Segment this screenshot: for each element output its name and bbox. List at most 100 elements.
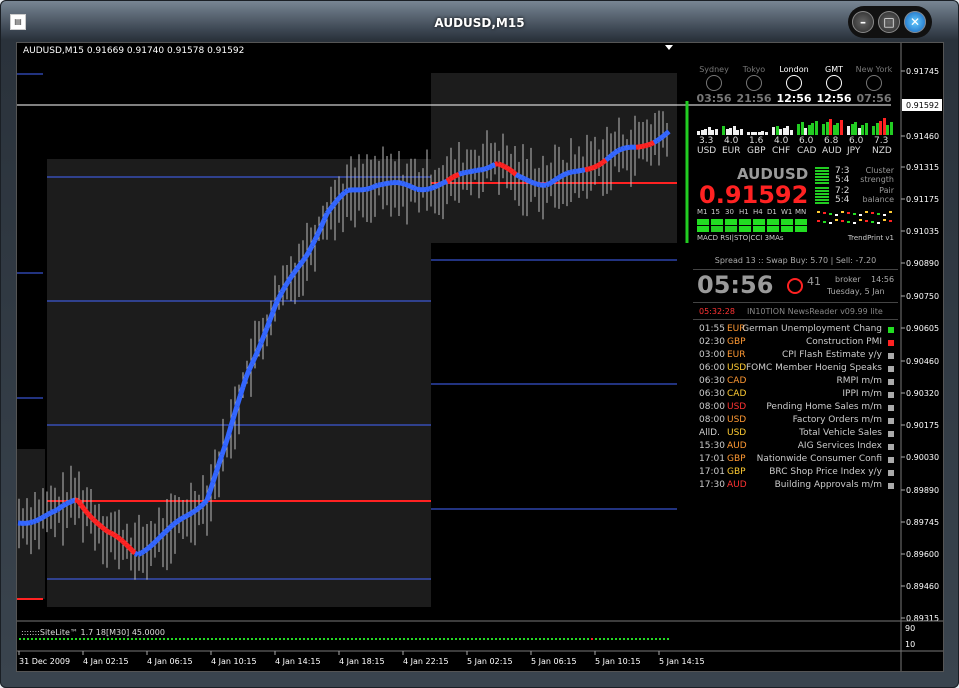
ma-segment bbox=[82, 507, 89, 515]
indicator-dot bbox=[47, 638, 49, 640]
news-event: AIG Services Index bbox=[797, 441, 882, 451]
ma-segment bbox=[461, 170, 466, 176]
ma-segment bbox=[365, 186, 370, 192]
ma-segment bbox=[160, 530, 167, 537]
ma-segment bbox=[581, 167, 586, 173]
indicator-dot bbox=[83, 638, 85, 640]
indicator-dot bbox=[51, 638, 53, 640]
clock-icon bbox=[866, 75, 882, 91]
indicator-dot bbox=[59, 638, 61, 640]
indicator-dot bbox=[283, 638, 285, 640]
indicator-dot bbox=[407, 638, 409, 640]
session-time: 12:56 bbox=[816, 92, 852, 105]
ma-segment bbox=[523, 176, 530, 183]
ma-segment bbox=[448, 174, 455, 182]
news-event: Building Approvals m/m bbox=[774, 480, 882, 490]
minimize-button[interactable]: – bbox=[852, 11, 874, 33]
news-row[interactable]: 06:30 CAD RMPI m/m bbox=[693, 375, 898, 388]
title-bar[interactable]: ▤ AUDUSD,M15 – □ ✕ bbox=[0, 0, 959, 38]
price-scale[interactable]: 0.91745 0.91592 0.91460 0.91315 0.91175 0.910… bbox=[901, 67, 942, 623]
ma-segment bbox=[231, 405, 240, 417]
window-controls: – □ ✕ bbox=[848, 6, 932, 38]
ratio-bar bbox=[815, 167, 829, 185]
ma-segment bbox=[318, 219, 327, 229]
news-row[interactable]: 08:00 USD Pending Home Sales m/m bbox=[693, 401, 898, 414]
time-label: 5 Jan 06:15 bbox=[531, 657, 577, 666]
news-row[interactable]: 08:00 USD Factory Orders m/m bbox=[693, 414, 898, 427]
news-row[interactable]: 01:55 EUR German Unemployment Chang bbox=[693, 323, 898, 336]
news-row[interactable]: 02:30 GBP Construction PMI bbox=[693, 336, 898, 349]
ma-segment bbox=[658, 134, 665, 141]
ma-segment bbox=[103, 527, 110, 534]
news-row[interactable]: 17:01 GBP Nationwide Consumer Confi bbox=[693, 453, 898, 466]
time-scale[interactable]: 31 Dec 2009 4 Jan 02:15 4 Jan 06:15 4 Jan 1… bbox=[18, 651, 705, 666]
close-button[interactable]: ✕ bbox=[904, 11, 926, 33]
ma-segment bbox=[482, 166, 487, 172]
ma-segment bbox=[37, 515, 44, 522]
indicator-dot bbox=[623, 638, 625, 640]
ma-segment bbox=[455, 171, 460, 178]
ma-segment bbox=[43, 512, 50, 519]
news-row[interactable]: 06:00 USD FOMC Member Hoenig Speaks bbox=[693, 362, 898, 375]
signal-cell bbox=[697, 219, 709, 225]
ma-segment bbox=[300, 255, 309, 263]
indicator-dot bbox=[515, 638, 517, 640]
news-impact-dot bbox=[888, 431, 894, 437]
ma-segment bbox=[407, 183, 412, 189]
indicator-dot bbox=[551, 638, 553, 640]
chart-area[interactable]: 0.91745 0.91592 0.91460 0.91315 0.91175 0.910… bbox=[16, 42, 944, 672]
ma-segment bbox=[655, 136, 662, 143]
indicator-dot bbox=[211, 638, 213, 640]
ma-segment bbox=[514, 172, 521, 179]
ma-segment bbox=[550, 177, 557, 185]
indicator-dot bbox=[351, 638, 353, 640]
indicator-dot bbox=[111, 638, 113, 640]
session-box bbox=[47, 159, 431, 607]
indicator-dot bbox=[651, 638, 653, 640]
indicator-dot bbox=[531, 638, 533, 640]
news-row[interactable]: 17:30 AUD Building Approvals m/m bbox=[693, 479, 898, 492]
indicator-dot bbox=[31, 638, 33, 640]
news-impact-dot bbox=[888, 457, 894, 463]
ma-segment bbox=[29, 519, 34, 526]
strength-value: 6.8 bbox=[824, 136, 839, 146]
news-row[interactable]: 15:30 AUD AIG Services Index bbox=[693, 440, 898, 453]
strength-value: 1.6 bbox=[749, 136, 764, 146]
indicator-dot bbox=[247, 638, 249, 640]
ma-segment bbox=[243, 369, 252, 379]
ma-segment bbox=[490, 162, 497, 169]
strength-bars bbox=[797, 113, 819, 135]
trendprint-label: TrendPrint v1 bbox=[847, 234, 894, 242]
news-row[interactable]: 17:01 GBP BRC Shop Price Index y/y bbox=[693, 466, 898, 479]
indicator-dot bbox=[367, 638, 369, 640]
indicator-dot bbox=[227, 638, 229, 640]
indicator-dot bbox=[87, 638, 89, 640]
news-event: RMPI m/m bbox=[836, 376, 882, 386]
news-row[interactable]: 06:30 CAD IPPI m/m bbox=[693, 388, 898, 401]
time-label: 5 Jan 10:15 bbox=[595, 657, 641, 666]
ma-segment bbox=[467, 169, 472, 175]
ma-segment bbox=[85, 511, 92, 518]
news-row[interactable]: 03:00 EUR CPI Flash Estimate y/y bbox=[693, 349, 898, 362]
ma-segment bbox=[276, 290, 285, 299]
indicator-label: :::::::SiteLite™ 1.7 18[M30] 45.0000 bbox=[21, 628, 165, 637]
ma-segment bbox=[533, 180, 538, 187]
maximize-button[interactable]: □ bbox=[878, 11, 900, 33]
ma-segment bbox=[398, 180, 403, 186]
price-label: 0.91460 bbox=[906, 132, 939, 141]
ma-segment bbox=[187, 510, 194, 517]
ma-segment bbox=[497, 161, 502, 168]
indicator-dot bbox=[183, 638, 185, 640]
indicator-dot bbox=[427, 638, 429, 640]
ma-segment bbox=[598, 160, 605, 167]
indicator-dot bbox=[435, 638, 437, 640]
trend-dots bbox=[817, 211, 895, 231]
shift-marker[interactable] bbox=[665, 45, 673, 50]
ma-segment bbox=[331, 200, 338, 207]
ma-segment bbox=[64, 500, 71, 507]
news-event: Factory Orders m/m bbox=[792, 415, 882, 425]
signal-cell bbox=[711, 226, 723, 232]
ma-segment bbox=[109, 530, 116, 537]
news-row[interactable]: AllD. USD Total Vehicle Sales bbox=[693, 427, 898, 440]
ma-segment bbox=[536, 181, 541, 188]
